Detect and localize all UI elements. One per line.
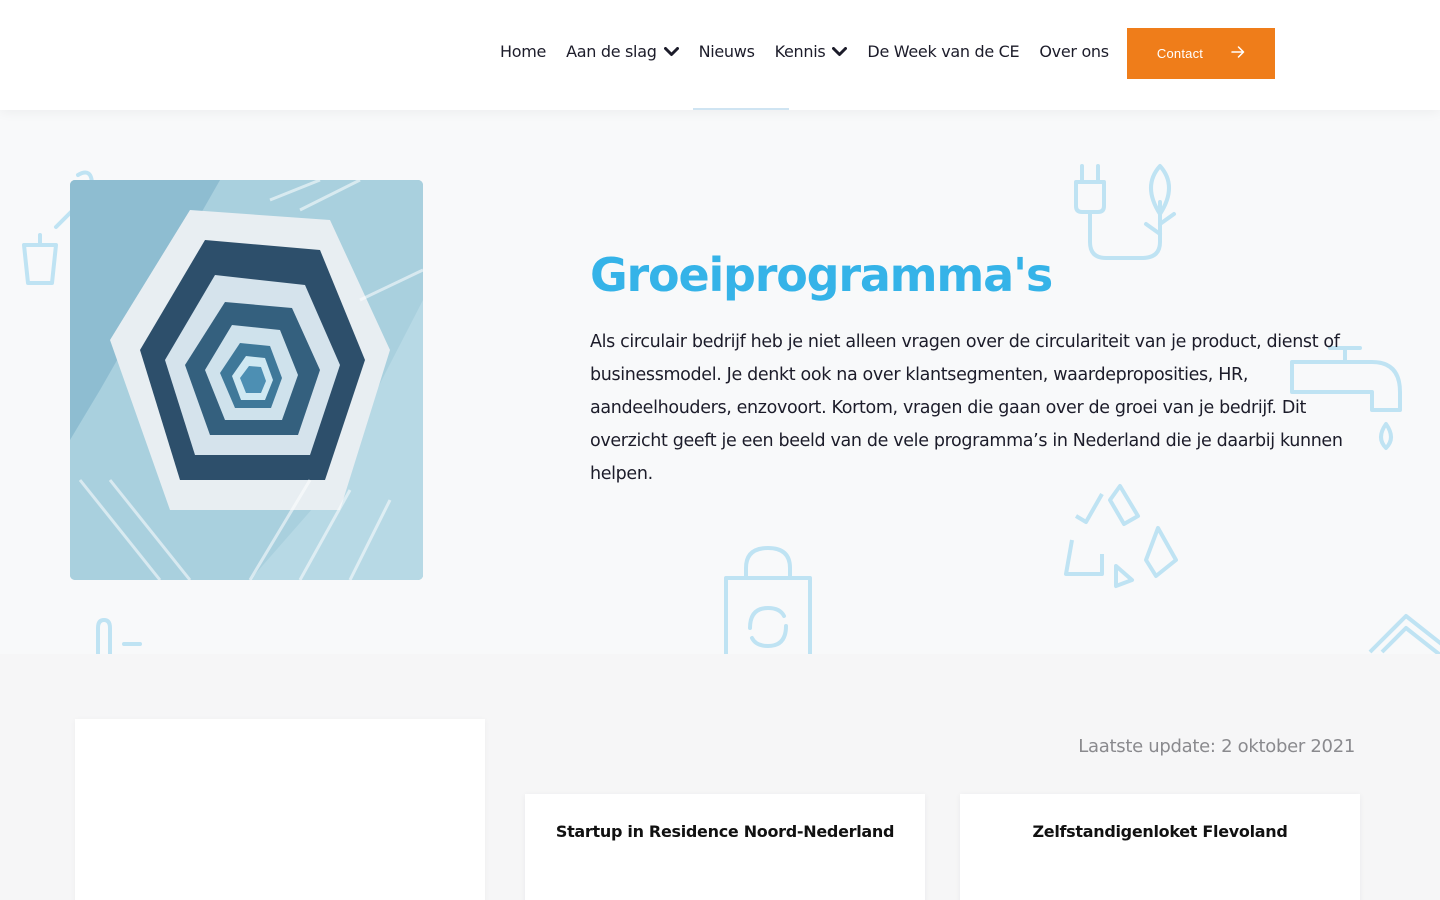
- nav-item-kennis[interactable]: Kennis: [775, 42, 848, 61]
- contact-button-label: Contact: [1156, 46, 1204, 61]
- thermometer-icon: [96, 617, 142, 654]
- chevron-down-icon: [832, 46, 848, 57]
- nav-item-week-van-de-ce[interactable]: De Week van de CE: [867, 42, 1019, 61]
- arrow-right-icon: [1231, 46, 1245, 61]
- nav-item-label: Over ons: [1039, 42, 1109, 61]
- plug-leaf-icon: [1074, 164, 1176, 260]
- hero-intro-text: Als circulair bedrijf heb je niet alleen…: [590, 332, 1343, 484]
- program-card[interactable]: Startup in Residence Noord-Nederland: [525, 794, 925, 900]
- nav-item-over-ons[interactable]: Over ons: [1039, 42, 1109, 61]
- hero-image: [70, 180, 423, 580]
- nav-item-aan-de-slag[interactable]: Aan de slag: [566, 42, 679, 61]
- nav-item-label: Aan de slag: [566, 42, 657, 61]
- nav-item-label: Home: [500, 42, 547, 61]
- shopping-bag-icon: [724, 546, 812, 654]
- nav-item-label: De Week van de CE: [867, 42, 1020, 61]
- page-title: Groeiprogramma's: [590, 248, 1053, 302]
- house-icon: [1368, 614, 1440, 654]
- nav-item-home[interactable]: Home: [500, 42, 546, 61]
- chevron-down-icon: [663, 46, 679, 57]
- nav-item-label: Kennis: [774, 42, 826, 61]
- contact-button[interactable]: Contact: [1127, 28, 1275, 79]
- last-update-text: Laatste update: 2 oktober 2021: [1078, 736, 1355, 757]
- main-nav: Home Aan de slag Nieuws Kennis De Week v…: [500, 42, 1109, 61]
- nav-active-indicator: [693, 108, 789, 110]
- program-card[interactable]: Zelfstandigenloket Flevoland: [960, 794, 1360, 900]
- nav-item-label: Nieuws: [698, 42, 755, 61]
- site-header: Home Aan de slag Nieuws Kennis De Week v…: [0, 0, 1440, 110]
- nav-item-nieuws[interactable]: Nieuws: [699, 42, 755, 61]
- recycle-icon: [1064, 484, 1178, 588]
- program-card-title: Startup in Residence Noord-Nederland: [555, 822, 895, 841]
- programs-section: Laatste update: 2 oktober 2021 Startup i…: [0, 654, 1440, 900]
- program-card-title: Zelfstandigenloket Flevoland: [1032, 822, 1288, 841]
- hero-section: Groeiprogramma's Als circulair bedrijf h…: [0, 110, 1440, 654]
- filter-sidebar: [75, 719, 485, 900]
